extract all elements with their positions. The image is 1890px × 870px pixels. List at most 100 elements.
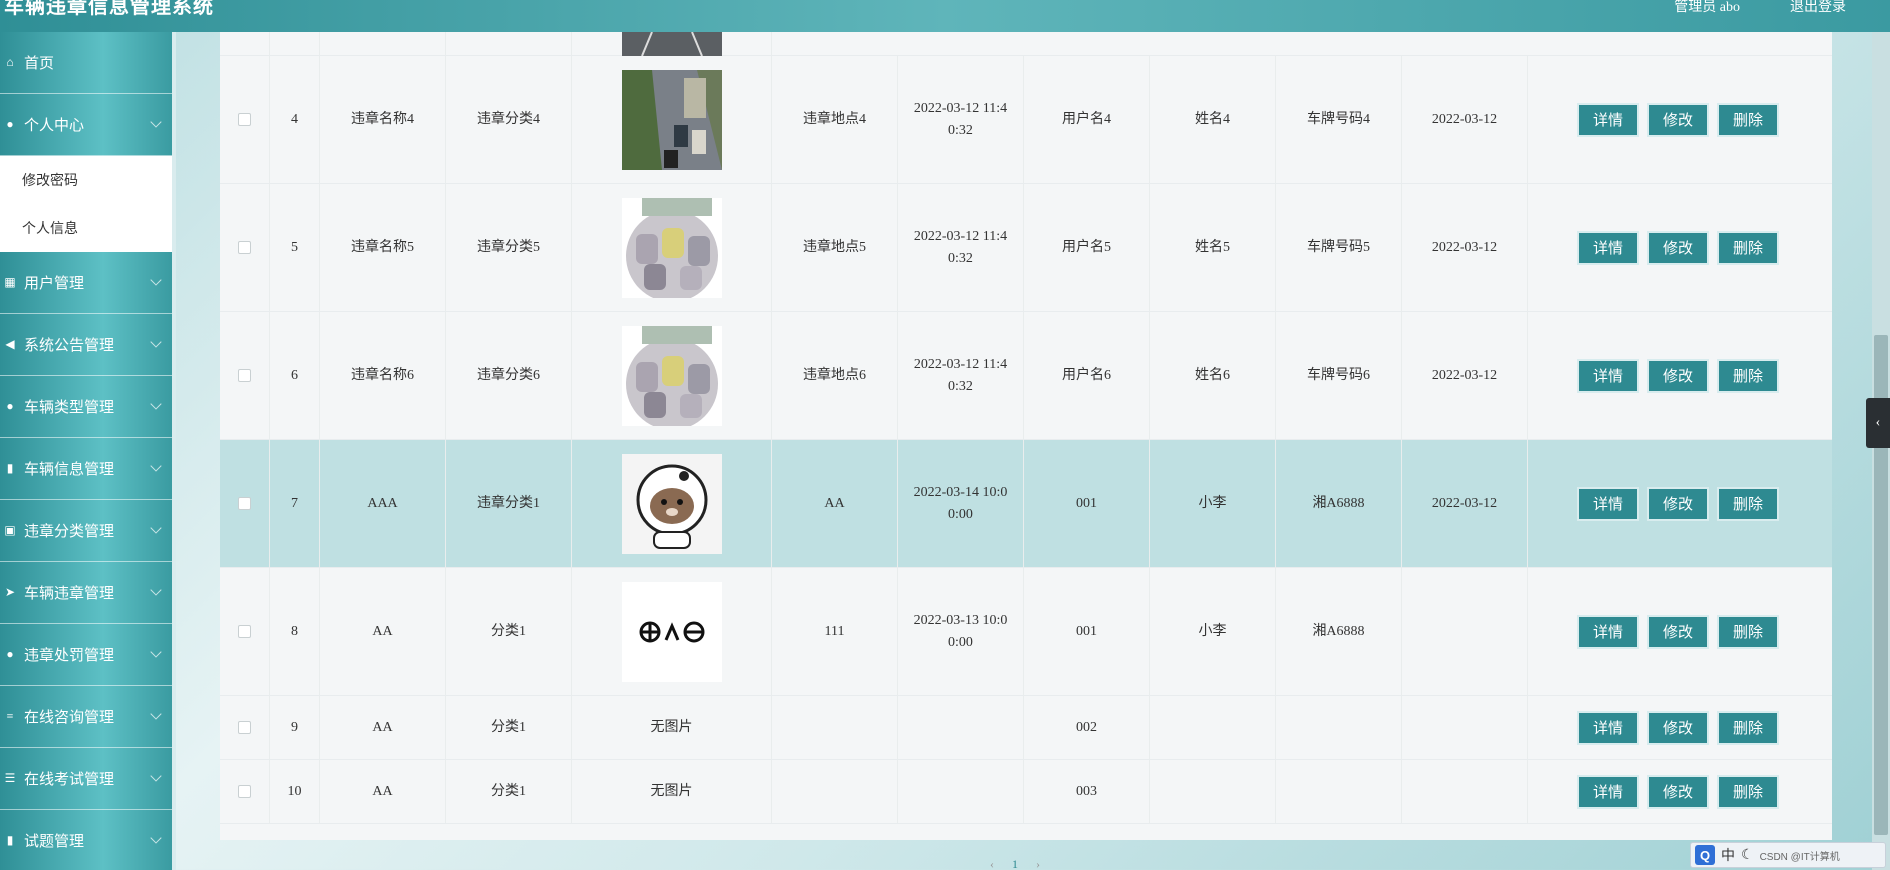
submenu-item-change-password[interactable]: 修改密码	[0, 156, 172, 204]
row-checkbox[interactable]	[238, 785, 251, 798]
ime-logo-icon[interactable]: Q	[1695, 845, 1715, 865]
edit-button[interactable]: 修改	[1649, 712, 1707, 743]
logout-link[interactable]: 退出登录	[1790, 0, 1846, 16]
row-index: 9	[270, 696, 320, 759]
sidebar-item-vehicle-info[interactable]: ▮ 车辆信息管理	[0, 438, 172, 500]
sidebar-item-personal-center[interactable]: ● 个人中心	[0, 94, 172, 156]
plate-number: 湘A6888	[1276, 568, 1402, 695]
sidebar-item-label: 在线考试管理	[24, 772, 115, 788]
row-checkbox[interactable]	[238, 721, 251, 734]
moon-icon[interactable]: ☾	[1741, 847, 1754, 864]
row-index: 7	[270, 440, 320, 567]
pagination: ‹ 1 ›	[990, 857, 1040, 870]
sidebar-item-label: 试题管理	[24, 834, 85, 850]
plate-number: 车牌号码4	[1276, 56, 1402, 183]
sidebar-item-exam[interactable]: ☰ 在线考试管理	[0, 748, 172, 810]
record-date: 2022-03-12	[1402, 184, 1528, 311]
violation-name: AA	[320, 760, 446, 823]
chevron-down-icon	[150, 398, 162, 410]
chevron-down-icon	[150, 116, 162, 128]
sidebar-item-label: 车辆违章管理	[24, 586, 115, 602]
table-row: 8 AA 分类1 111 2022-03-13 10:0 0:00 001 小李 …	[220, 568, 1832, 696]
edit-button[interactable]: 修改	[1649, 360, 1707, 391]
submenu-item-profile[interactable]: 个人信息	[0, 204, 172, 252]
edit-button[interactable]: 修改	[1649, 776, 1707, 807]
violation-time-line1: 2022-03-13 10:0	[913, 612, 1008, 628]
user-icon: ●	[6, 647, 14, 661]
violation-time: 2022-03-12 11:4 0:32	[898, 184, 1024, 311]
violation-time: 2022-03-14 10:0 0:00	[898, 440, 1024, 567]
edit-button[interactable]: 修改	[1649, 488, 1707, 519]
home-icon: ⌂	[6, 55, 14, 69]
violation-name: 违章名称4	[320, 56, 446, 183]
detail-button[interactable]: 详情	[1579, 360, 1637, 391]
collapse-panel-button[interactable]: ‹	[1866, 398, 1890, 448]
violation-photo	[621, 581, 722, 682]
violation-time: 2022-03-13 10:0 0:00	[898, 568, 1024, 695]
username: 用户名6	[1024, 312, 1150, 439]
prev-page-button[interactable]: ‹	[990, 857, 994, 870]
sidebar-item-announcement[interactable]: ◀ 系统公告管理	[0, 314, 172, 376]
delete-button[interactable]: 删除	[1719, 712, 1777, 743]
detail-button[interactable]: 详情	[1579, 616, 1637, 647]
table-row: 9 AA 分类1 无图片 002 详情 修改 删除	[220, 696, 1832, 760]
violation-time	[898, 696, 1024, 759]
row-checkbox[interactable]	[238, 113, 251, 126]
delete-button[interactable]: 删除	[1719, 776, 1777, 807]
row-actions: 详情 修改 删除	[1528, 440, 1828, 567]
detail-button[interactable]: 详情	[1579, 104, 1637, 135]
row-index: 5	[270, 184, 320, 311]
sidebar-item-penalty[interactable]: ● 违章处罚管理	[0, 624, 172, 686]
pin-icon: ●	[6, 399, 14, 413]
delete-button[interactable]: 删除	[1719, 360, 1777, 391]
violation-image-cell	[572, 568, 772, 695]
violation-category: 分类1	[446, 760, 572, 823]
ime-mode[interactable]: 中	[1721, 845, 1735, 865]
delete-button[interactable]: 删除	[1719, 104, 1777, 135]
next-page-button[interactable]: ›	[1036, 857, 1040, 870]
sidebar-item-home[interactable]: ⌂ 首页	[0, 32, 172, 94]
bullhorn-icon: ◀	[5, 337, 15, 351]
row-checkbox[interactable]	[238, 241, 251, 254]
edit-button[interactable]: 修改	[1649, 232, 1707, 263]
violation-time-line1: 2022-03-12 11:4	[913, 100, 1008, 116]
sidebar-item-consultation[interactable]: ≡ 在线咨询管理	[0, 686, 172, 748]
sidebar-item-vehicle-violation[interactable]: ➤ 车辆违章管理	[0, 562, 172, 624]
username: 001	[1024, 440, 1150, 567]
violation-photo	[621, 453, 722, 554]
real-name: 姓名6	[1150, 312, 1276, 439]
edit-button[interactable]: 修改	[1649, 616, 1707, 647]
violation-place: AA	[772, 440, 898, 567]
violation-table: 4 违章名称4 违章分类4 违章地点4 2022-03-12 11:4 0:32 …	[220, 31, 1832, 840]
sidebar-item-label: 个人中心	[24, 118, 85, 134]
violation-time-line2: 0:00	[948, 506, 973, 522]
sidebar-item-user-management[interactable]: ▦ 用户管理	[0, 252, 172, 314]
detail-button[interactable]: 详情	[1579, 488, 1637, 519]
sidebar-item-vehicle-type[interactable]: ● 车辆类型管理	[0, 376, 172, 438]
plate-number: 车牌号码5	[1276, 184, 1402, 311]
detail-button[interactable]: 详情	[1579, 232, 1637, 263]
row-actions: 详情 修改 删除	[1528, 312, 1828, 439]
violation-place: 违章地点5	[772, 184, 898, 311]
row-actions: 详情 修改 删除	[1528, 568, 1828, 695]
violation-name: 违章名称5	[320, 184, 446, 311]
chevron-down-icon	[150, 460, 162, 472]
delete-button[interactable]: 删除	[1719, 488, 1777, 519]
violation-category: 分类1	[446, 696, 572, 759]
row-checkbox[interactable]	[238, 625, 251, 638]
record-date: 2022-03-12	[1402, 312, 1528, 439]
violation-time: 2022-03-12 11:4 0:32	[898, 56, 1024, 183]
row-checkbox[interactable]	[238, 497, 251, 510]
plate-number	[1276, 696, 1402, 759]
detail-button[interactable]: 详情	[1579, 776, 1637, 807]
current-page[interactable]: 1	[1012, 857, 1018, 870]
detail-button[interactable]: 详情	[1579, 712, 1637, 743]
delete-button[interactable]: 删除	[1719, 232, 1777, 263]
delete-button[interactable]: 删除	[1719, 616, 1777, 647]
sidebar-item-violation-category[interactable]: ▣ 违章分类管理	[0, 500, 172, 562]
ime-extra-text: CSDN @IT计算机	[1759, 851, 1840, 863]
plate-number	[1276, 760, 1402, 823]
row-checkbox[interactable]	[238, 369, 251, 382]
edit-button[interactable]: 修改	[1649, 104, 1707, 135]
sidebar-item-questions[interactable]: ▮ 试题管理	[0, 810, 172, 870]
